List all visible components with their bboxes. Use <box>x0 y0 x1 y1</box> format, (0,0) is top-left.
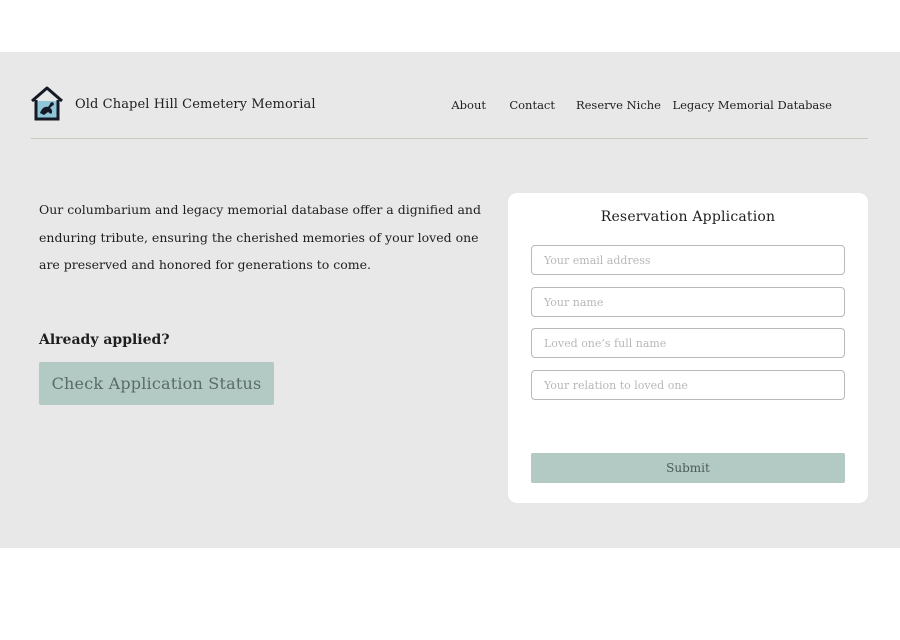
name-field[interactable] <box>531 287 845 317</box>
form-title: Reservation Application <box>600 209 776 225</box>
nav-legacy-memorial-database[interactable]: Legacy Memorial Database <box>672 98 832 112</box>
nav-reserve-niche[interactable]: Reserve Niche <box>576 98 661 112</box>
check-application-status-button[interactable]: Check Application Status <box>39 362 274 405</box>
intro-paragraph: Our columbarium and legacy memorial data… <box>39 202 481 272</box>
nav-contact[interactable]: Contact <box>509 98 555 112</box>
nav-about[interactable]: About <box>451 98 486 112</box>
house-bird-icon[interactable] <box>30 86 64 122</box>
already-applied-heading: Already applied? <box>39 332 170 348</box>
site-header: Old Chapel Hill Cemetery Memorial About … <box>30 86 868 126</box>
email-field[interactable] <box>531 245 845 275</box>
submit-button[interactable]: Submit <box>531 453 845 483</box>
relation-field[interactable] <box>531 370 845 400</box>
loved-one-name-field[interactable] <box>531 328 845 358</box>
site-title[interactable]: Old Chapel Hill Cemetery Memorial <box>75 97 316 112</box>
reservation-form-card: Reservation Application Submit <box>508 193 868 503</box>
header-divider <box>31 138 868 139</box>
